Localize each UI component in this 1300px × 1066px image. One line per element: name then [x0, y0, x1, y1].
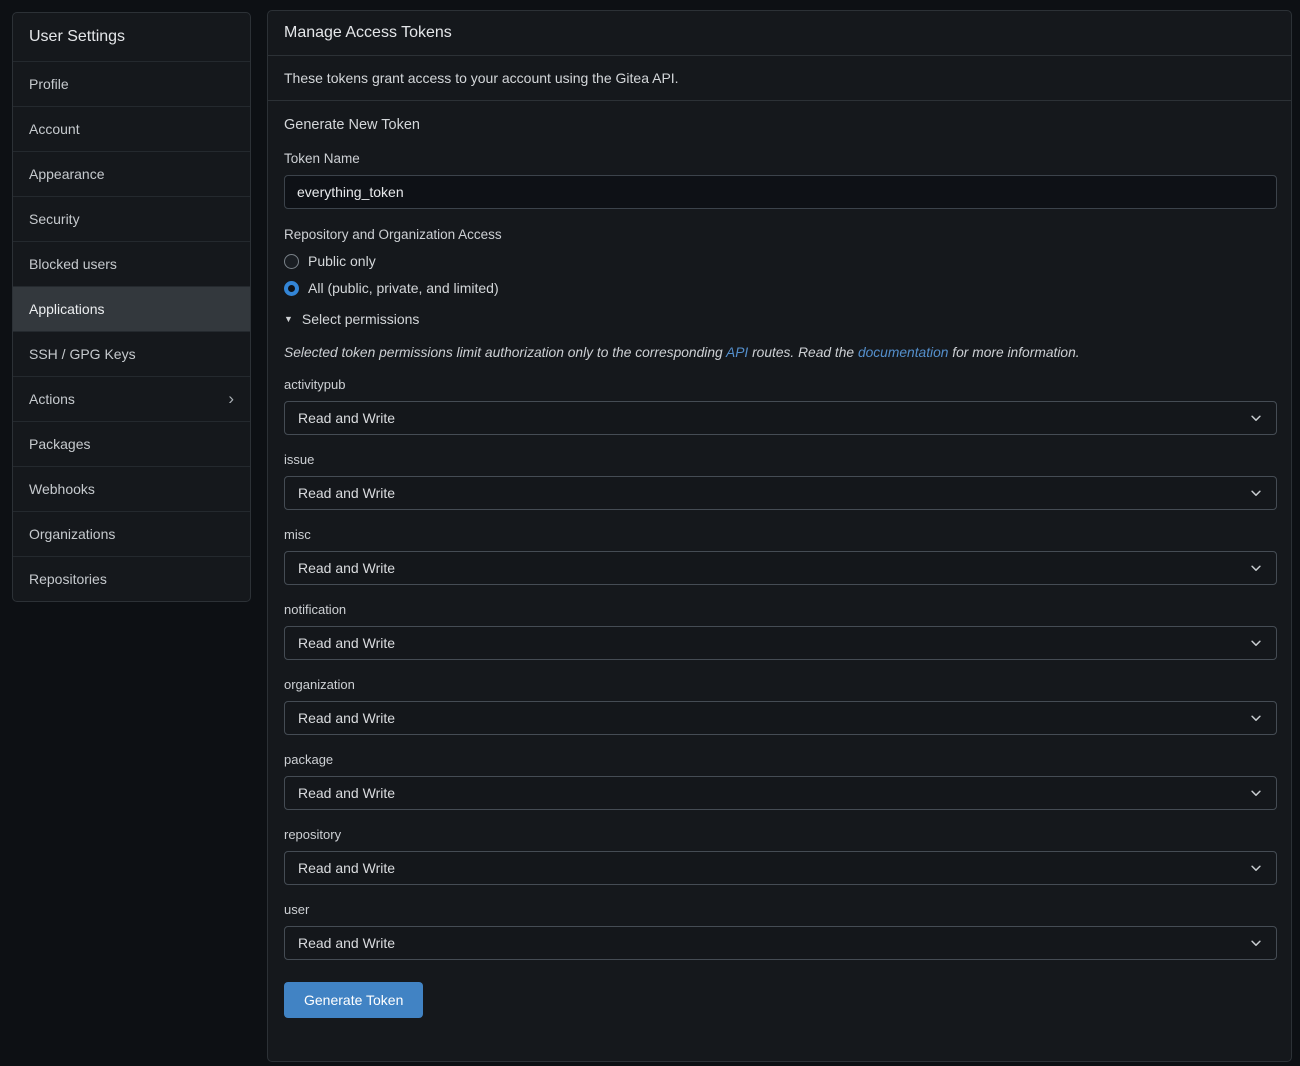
permissions-note: Selected token permissions limit authori… [284, 345, 1275, 360]
note-text: for more information. [948, 345, 1079, 360]
permission-name-label: notification [284, 602, 1275, 617]
sidebar-item-label: Applications [29, 301, 105, 317]
chevron-down-icon [1249, 411, 1263, 425]
permission-name-label: user [284, 902, 1275, 917]
sidebar-item-blocked-users[interactable]: Blocked users [13, 241, 250, 286]
sidebar-item-label: Account [29, 121, 80, 137]
generate-new-token-title: Generate New Token [284, 117, 1275, 133]
chevron-down-icon [1249, 561, 1263, 575]
permission-select-organization[interactable]: Read and Write [284, 701, 1277, 735]
chevron-down-icon [1249, 711, 1263, 725]
permission-group: organization Read and Write [284, 677, 1275, 735]
settings-sidebar: User Settings Profile Account Appearance… [12, 12, 251, 602]
sidebar-item-actions[interactable]: Actions › [13, 376, 250, 421]
token-name-label: Token Name [284, 151, 1275, 166]
permission-name-label: repository [284, 827, 1275, 842]
sidebar-item-label: Profile [29, 76, 69, 92]
sidebar-item-webhooks[interactable]: Webhooks [13, 466, 250, 511]
generate-token-button[interactable]: Generate Token [284, 982, 423, 1018]
sidebar-item-list: Profile Account Appearance Security Bloc… [13, 61, 250, 601]
sidebar-title: User Settings [13, 13, 250, 61]
sidebar-item-repositories[interactable]: Repositories [13, 556, 250, 601]
manage-access-tokens-panel: Manage Access Tokens These tokens grant … [267, 10, 1292, 1062]
chevron-down-icon [1249, 486, 1263, 500]
sidebar-item-appearance[interactable]: Appearance [13, 151, 250, 196]
sidebar-item-label: Packages [29, 436, 90, 452]
permission-select-value: Read and Write [298, 560, 395, 576]
generate-token-form: Generate New Token Token Name Repository… [268, 101, 1291, 1034]
permission-select-misc[interactable]: Read and Write [284, 551, 1277, 585]
page-title: Manage Access Tokens [268, 11, 1291, 56]
sidebar-item-organizations[interactable]: Organizations [13, 511, 250, 556]
chevron-down-icon [1249, 936, 1263, 950]
sidebar-item-label: SSH / GPG Keys [29, 346, 136, 362]
permission-select-value: Read and Write [298, 785, 395, 801]
select-permissions-label: Select permissions [302, 311, 420, 327]
sidebar-item-account[interactable]: Account [13, 106, 250, 151]
tokens-description: These tokens grant access to your accoun… [268, 56, 1291, 101]
permission-group: notification Read and Write [284, 602, 1275, 660]
permission-select-value: Read and Write [298, 710, 395, 726]
permission-select-package[interactable]: Read and Write [284, 776, 1277, 810]
permission-name-label: activitypub [284, 377, 1275, 392]
permission-name-label: organization [284, 677, 1275, 692]
select-permissions-toggle[interactable]: ▼ Select permissions [284, 311, 419, 327]
radio-all-access[interactable]: All (public, private, and limited) [284, 280, 499, 296]
sidebar-item-label: Security [29, 211, 80, 227]
permission-group: issue Read and Write [284, 452, 1275, 510]
sidebar-item-applications[interactable]: Applications [13, 286, 250, 331]
chevron-down-icon [1249, 636, 1263, 650]
sidebar-item-label: Blocked users [29, 256, 117, 272]
api-link[interactable]: API [726, 345, 748, 360]
radio-all-access-label: All (public, private, and limited) [308, 280, 499, 296]
sidebar-item-label: Actions [29, 391, 75, 407]
sidebar-item-label: Organizations [29, 526, 115, 542]
note-text: routes. Read the [748, 345, 858, 360]
permission-group: misc Read and Write [284, 527, 1275, 585]
chevron-down-icon [1249, 786, 1263, 800]
permission-name-label: issue [284, 452, 1275, 467]
sidebar-item-ssh-gpg-keys[interactable]: SSH / GPG Keys [13, 331, 250, 376]
caret-down-icon: ▼ [284, 314, 293, 324]
permission-select-value: Read and Write [298, 860, 395, 876]
permission-name-label: package [284, 752, 1275, 767]
permission-select-repository[interactable]: Read and Write [284, 851, 1277, 885]
permission-select-activitypub[interactable]: Read and Write [284, 401, 1277, 435]
sidebar-item-label: Webhooks [29, 481, 95, 497]
chevron-right-icon: › [228, 390, 234, 407]
sidebar-item-profile[interactable]: Profile [13, 61, 250, 106]
permission-select-issue[interactable]: Read and Write [284, 476, 1277, 510]
sidebar-item-packages[interactable]: Packages [13, 421, 250, 466]
permission-select-notification[interactable]: Read and Write [284, 626, 1277, 660]
chevron-down-icon [1249, 861, 1263, 875]
permission-group: activitypub Read and Write [284, 377, 1275, 435]
permission-select-value: Read and Write [298, 410, 395, 426]
radio-public-only-label: Public only [308, 253, 376, 269]
radio-selected-icon [284, 281, 299, 296]
permission-select-value: Read and Write [298, 935, 395, 951]
sidebar-item-label: Appearance [29, 166, 105, 182]
permission-select-value: Read and Write [298, 635, 395, 651]
token-name-input[interactable] [284, 175, 1277, 209]
permission-groups: activitypub Read and Write issue Read an… [284, 377, 1275, 960]
permission-group: package Read and Write [284, 752, 1275, 810]
repo-org-access-label: Repository and Organization Access [284, 227, 1275, 242]
permission-name-label: misc [284, 527, 1275, 542]
radio-icon [284, 254, 299, 269]
permission-group: repository Read and Write [284, 827, 1275, 885]
documentation-link[interactable]: documentation [858, 345, 949, 360]
permission-select-value: Read and Write [298, 485, 395, 501]
permission-select-user[interactable]: Read and Write [284, 926, 1277, 960]
radio-public-only[interactable]: Public only [284, 253, 376, 269]
sidebar-item-security[interactable]: Security [13, 196, 250, 241]
permission-group: user Read and Write [284, 902, 1275, 960]
sidebar-item-label: Repositories [29, 571, 107, 587]
note-text: Selected token permissions limit authori… [284, 345, 726, 360]
